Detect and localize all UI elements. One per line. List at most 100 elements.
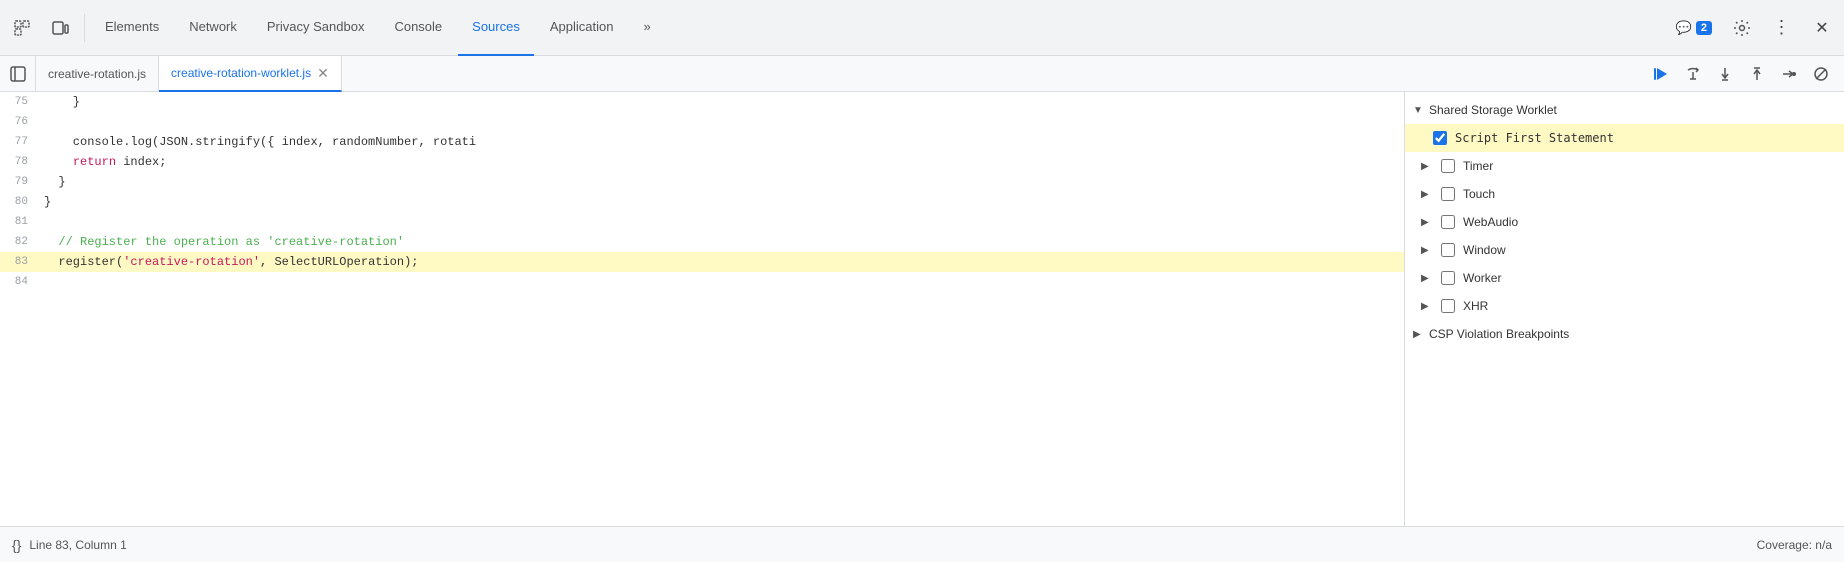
feedback-button[interactable]: 💬 2 (1668, 16, 1720, 40)
line-number: 82 (0, 232, 40, 252)
script-first-statement-checkbox[interactable] (1433, 131, 1447, 145)
toolbar-separator-1 (84, 14, 85, 42)
tab-sources[interactable]: Sources (458, 0, 534, 56)
chevron-right-icon: ▶ (1421, 217, 1433, 228)
step-over-button[interactable] (1678, 59, 1708, 89)
breakpoint-section-webaudio: ▶ WebAudio (1405, 208, 1844, 236)
close-icon: ✕ (1815, 18, 1828, 38)
table-row: 75 } (0, 92, 1404, 112)
file-tab-label: creative-rotation.js (48, 67, 146, 81)
line-number: 81 (0, 212, 40, 232)
table-row: 82 // Register the operation as 'creativ… (0, 232, 1404, 252)
sidebar-toggle-button[interactable] (0, 56, 36, 92)
touch-checkbox[interactable] (1441, 187, 1455, 201)
feedback-icon: 💬 (1676, 20, 1692, 36)
tab-network[interactable]: Network (175, 0, 251, 56)
line-number: 83 (0, 252, 40, 272)
tab-console[interactable]: Console (380, 0, 456, 56)
xhr-header[interactable]: ▶ XHR (1405, 292, 1844, 320)
worker-header[interactable]: ▶ Worker (1405, 264, 1844, 292)
breakpoint-section-timer: ▶ Timer (1405, 152, 1844, 180)
vertical-dots-icon: ⋮ (1773, 17, 1792, 38)
line-content: return index; (40, 152, 166, 172)
file-tab-creative-rotation[interactable]: creative-rotation.js (36, 56, 159, 92)
shared-storage-worklet-header[interactable]: ▼ Shared Storage Worklet (1405, 96, 1844, 124)
inspect-element-icon[interactable] (4, 10, 40, 46)
chevron-down-icon: ▼ (1413, 105, 1425, 116)
chevron-right-icon: ▶ (1421, 161, 1433, 172)
tab-elements[interactable]: Elements (91, 0, 173, 56)
table-row: 76 (0, 112, 1404, 132)
line-number: 75 (0, 92, 40, 112)
badge-count: 2 (1696, 21, 1712, 35)
timer-header[interactable]: ▶ Timer (1405, 152, 1844, 180)
table-row: 79 } (0, 172, 1404, 192)
table-row: 78 return index; (0, 152, 1404, 172)
webaudio-label: WebAudio (1463, 215, 1518, 229)
breakpoint-section-shared-storage: ▼ Shared Storage Worklet Script First St… (1405, 96, 1844, 152)
curly-braces-icon: {} (12, 537, 21, 553)
csp-header[interactable]: ▶ CSP Violation Breakpoints (1405, 320, 1844, 348)
file-tabs-bar: creative-rotation.js creative-rotation-w… (0, 56, 1844, 92)
line-number: 84 (0, 272, 40, 292)
webaudio-checkbox[interactable] (1441, 215, 1455, 229)
file-tab-label-active: creative-rotation-worklet.js (171, 66, 311, 80)
close-devtools-button[interactable]: ✕ (1804, 10, 1840, 46)
more-options-icon[interactable]: ⋮ (1764, 10, 1800, 46)
line-content: register('creative-rotation', SelectURLO… (40, 252, 418, 272)
debug-toolbar (1646, 59, 1844, 89)
file-tab-creative-rotation-worklet[interactable]: creative-rotation-worklet.js ✕ (159, 56, 342, 92)
touch-header[interactable]: ▶ Touch (1405, 180, 1844, 208)
xhr-checkbox[interactable] (1441, 299, 1455, 313)
status-coverage: Coverage: n/a (1757, 538, 1832, 552)
touch-label: Touch (1463, 187, 1495, 201)
webaudio-header[interactable]: ▶ WebAudio (1405, 208, 1844, 236)
table-row: 80 } (0, 192, 1404, 212)
step-into-button[interactable] (1710, 59, 1740, 89)
table-row: 81 (0, 212, 1404, 232)
line-number: 80 (0, 192, 40, 212)
section-label: Shared Storage Worklet (1429, 103, 1557, 117)
line-number: 79 (0, 172, 40, 192)
toolbar-right: 💬 2 ⋮ ✕ (1668, 10, 1840, 46)
line-content: } (40, 192, 51, 212)
resume-button[interactable] (1646, 59, 1676, 89)
file-tab-close-button[interactable]: ✕ (317, 66, 329, 80)
tab-overflow[interactable]: » (629, 0, 664, 56)
line-number: 78 (0, 152, 40, 172)
bp-item-script-first-statement[interactable]: Script First Statement (1405, 124, 1844, 152)
devtools-toolbar: Elements Network Privacy Sandbox Console… (0, 0, 1844, 56)
device-toolbar-icon[interactable] (42, 10, 78, 46)
chevron-right-icon: ▶ (1413, 329, 1425, 340)
line-content: } (40, 92, 80, 112)
xhr-label: XHR (1463, 299, 1488, 313)
timer-label: Timer (1463, 159, 1493, 173)
code-editor[interactable]: 75 } 76 77 console.log(JSON.stringify({ … (0, 92, 1404, 526)
table-row: 83 register('creative-rotation', SelectU… (0, 252, 1404, 272)
line-content: // Register the operation as 'creative-r… (40, 232, 404, 252)
bp-item-label: Script First Statement (1455, 131, 1614, 145)
worker-label: Worker (1463, 271, 1501, 285)
breakpoint-section-xhr: ▶ XHR (1405, 292, 1844, 320)
csp-label: CSP Violation Breakpoints (1429, 327, 1569, 341)
line-content (40, 112, 51, 132)
deactivate-breakpoints-button[interactable] (1806, 59, 1836, 89)
step-out-button[interactable] (1742, 59, 1772, 89)
main-content: 75 } 76 77 console.log(JSON.stringify({ … (0, 92, 1844, 526)
chevron-right-icon: ▶ (1421, 189, 1433, 200)
table-row: 84 (0, 272, 1404, 292)
window-checkbox[interactable] (1441, 243, 1455, 257)
line-content: } (40, 172, 66, 192)
step-button[interactable] (1774, 59, 1804, 89)
tab-application[interactable]: Application (536, 0, 628, 56)
tab-privacy-sandbox[interactable]: Privacy Sandbox (253, 0, 379, 56)
worker-checkbox[interactable] (1441, 271, 1455, 285)
line-content: console.log(JSON.stringify({ index, rand… (40, 132, 476, 152)
window-header[interactable]: ▶ Window (1405, 236, 1844, 264)
line-content (40, 212, 51, 232)
timer-checkbox[interactable] (1441, 159, 1455, 173)
chevron-right-icon: ▶ (1421, 273, 1433, 284)
chevron-right-icon: ▶ (1421, 301, 1433, 312)
settings-icon[interactable] (1724, 10, 1760, 46)
table-row: 77 console.log(JSON.stringify({ index, r… (0, 132, 1404, 152)
